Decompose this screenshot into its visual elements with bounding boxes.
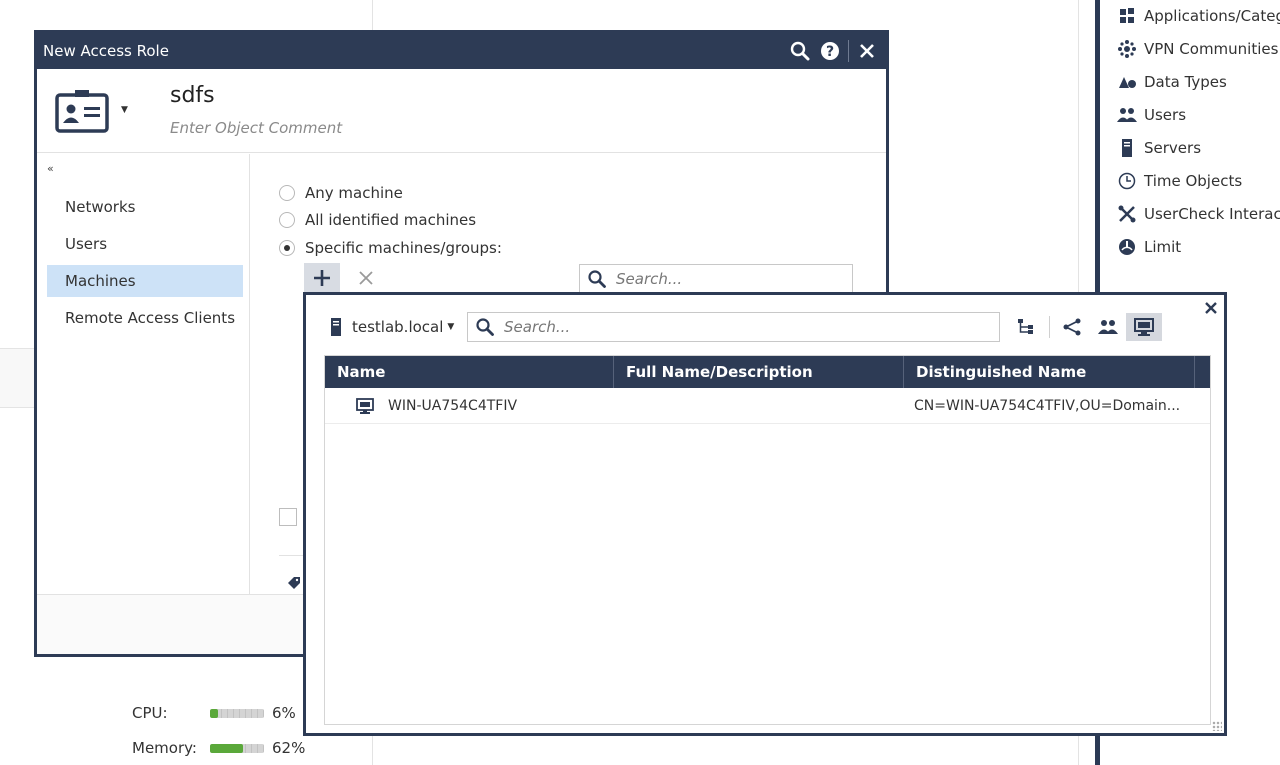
title-tools: ? (785, 33, 882, 69)
machines-table: Name Full Name/Description Distinguished… (324, 355, 1211, 725)
radio-specific-machines[interactable]: Specific machines/groups: (279, 237, 502, 259)
memory-bar (210, 743, 264, 753)
category-label: Data Types (1144, 73, 1227, 91)
dialog-nav: « Networks Users Machines Remote Access … (37, 154, 250, 594)
column-header-name[interactable]: Name (325, 356, 614, 388)
picker-toolbar (1009, 312, 1162, 342)
toolbar-separator (1049, 316, 1050, 338)
cpu-bar-fill (210, 708, 219, 718)
memory-value: 62% (272, 739, 306, 757)
collapse-icon[interactable]: « (47, 162, 54, 175)
picker-search (467, 312, 1000, 342)
table-header: Name Full Name/Description Distinguished… (325, 356, 1210, 388)
category-time-objects[interactable]: Time Objects (1116, 169, 1242, 193)
domain-selector[interactable]: testlab.local ▼ (330, 315, 454, 339)
object-comment-field[interactable]: Enter Object Comment (170, 119, 342, 137)
nav-item-remote-access-clients[interactable]: Remote Access Clients (47, 302, 243, 334)
picker-search-input[interactable] (502, 317, 722, 337)
remove-button[interactable] (348, 263, 384, 293)
add-button[interactable] (304, 263, 340, 293)
memory-label: Memory: (132, 739, 197, 757)
radio-label: Any machine (305, 184, 403, 202)
category-label: VPN Communities (1144, 40, 1279, 58)
vpn-communities-icon (1116, 39, 1138, 59)
category-usercheck[interactable]: UserCheck Interactions (1116, 202, 1280, 226)
category-label: Servers (1144, 139, 1202, 157)
checkbox[interactable] (279, 508, 297, 526)
category-label: Users (1144, 106, 1187, 124)
access-role-icon[interactable] (55, 89, 109, 133)
category-label: Time Objects (1144, 172, 1243, 190)
cell-name: WIN-UA754C4TFIV (388, 398, 518, 414)
column-header-dn[interactable]: Distinguished Name (904, 356, 1195, 388)
column-header-description[interactable]: Full Name/Description (614, 356, 904, 388)
dialog-title-bar[interactable]: New Access Role ? (37, 33, 886, 69)
svg-text:?: ? (826, 44, 834, 60)
tag-icon[interactable] (287, 576, 301, 590)
radio-any-machine[interactable]: Any machine (279, 182, 403, 204)
memory-meter: Memory: 62% (132, 739, 305, 757)
machine-picker-popup: testlab.local ▼ Name Full Name/Descripti… (303, 292, 1227, 736)
help-icon[interactable]: ? (815, 41, 845, 61)
category-data-types[interactable]: Data Types (1116, 70, 1227, 94)
limit-icon (1116, 237, 1138, 257)
memory-bar-fill (210, 743, 244, 753)
cpu-value: 6% (272, 704, 296, 722)
radio-label: Specific machines/groups: (305, 239, 502, 257)
computer-icon (355, 388, 375, 424)
search-icon (476, 318, 494, 336)
close-icon[interactable] (852, 43, 882, 59)
users-icon (1116, 105, 1138, 125)
background-row (0, 348, 36, 408)
servers-icon (1116, 138, 1138, 158)
nav-item-machines[interactable]: Machines (47, 265, 243, 297)
usercheck-icon (1116, 204, 1138, 224)
cpu-label: CPU: (132, 704, 168, 722)
tree-view-icon[interactable] (1009, 313, 1045, 341)
category-servers[interactable]: Servers (1116, 136, 1201, 160)
category-vpn-communities[interactable]: VPN Communities (1116, 37, 1278, 61)
cpu-meter: CPU: 6% (132, 704, 296, 722)
radio-button[interactable] (279, 240, 295, 256)
radio-all-identified-machines[interactable]: All identified machines (279, 209, 476, 231)
dialog-title: New Access Role (43, 42, 169, 60)
category-limit[interactable]: Limit (1116, 235, 1181, 259)
title-separator (848, 40, 849, 62)
domain-label: testlab.local (352, 318, 444, 336)
nav-item-users[interactable]: Users (47, 228, 243, 260)
search-icon (588, 270, 606, 288)
data-types-icon (1116, 72, 1138, 92)
search-icon[interactable] (785, 41, 815, 61)
close-icon[interactable] (1202, 299, 1220, 317)
cpu-bar (210, 708, 264, 718)
clock-icon (1116, 171, 1138, 191)
category-users[interactable]: Users (1116, 103, 1186, 127)
server-icon (330, 318, 342, 336)
category-label: UserCheck Interactions (1144, 205, 1280, 223)
chevron-down-icon: ▼ (447, 322, 455, 332)
machines-search-input[interactable] (614, 269, 834, 289)
table-row[interactable]: WIN-UA754C4TFIV CN=WIN-UA754C4TFIV,OU=Do… (325, 388, 1210, 424)
machines-filter-icon[interactable] (1126, 313, 1162, 341)
category-applications[interactable]: Applications/Categories (1116, 4, 1280, 28)
cell-dn: CN=WIN-UA754C4TFIV,OU=Domain... (914, 398, 1181, 414)
applications-icon (1116, 6, 1138, 26)
chevron-down-icon[interactable]: ▼ (121, 105, 128, 115)
resize-handle[interactable] (1212, 721, 1222, 731)
radio-label: All identified machines (305, 211, 477, 229)
machines-search (579, 264, 853, 294)
radio-button[interactable] (279, 212, 295, 228)
groups-icon[interactable] (1090, 313, 1126, 341)
radio-button[interactable] (279, 185, 295, 201)
share-icon[interactable] (1054, 313, 1090, 341)
category-label: Limit (1144, 238, 1182, 256)
object-header: ▼ sdfs Enter Object Comment (37, 69, 886, 153)
category-label: Applications/Categories (1144, 7, 1280, 25)
nav-item-networks[interactable]: Networks (47, 191, 243, 223)
object-name[interactable]: sdfs (170, 83, 215, 108)
